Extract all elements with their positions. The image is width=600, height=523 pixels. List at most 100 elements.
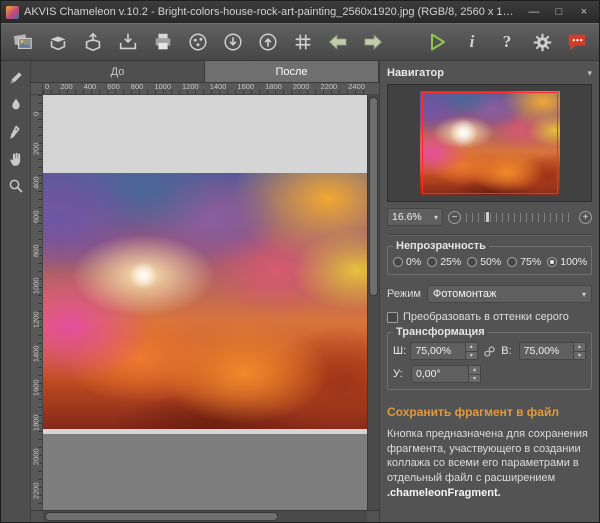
play-icon [425, 30, 449, 54]
zoom-controls: 16.6% ▾ − + [387, 207, 592, 227]
save-box-icon [82, 31, 104, 53]
vertical-scroll-thumb[interactable] [369, 97, 378, 296]
load-fragment-button[interactable] [218, 27, 248, 57]
import-button[interactable] [113, 27, 143, 57]
zoom-dropdown[interactable]: 16.6% ▾ [387, 208, 443, 226]
forward-arrow-icon [361, 31, 385, 53]
circle-up-arrow-icon [257, 31, 279, 53]
opacity-options: 0% 25% 50% 75% 100% [393, 256, 586, 268]
navigator-preview-area [387, 84, 592, 202]
photos-stack-icon [11, 31, 35, 53]
info-button[interactable]: i [457, 27, 487, 57]
settings-button[interactable] [527, 27, 557, 57]
zoom-tool-button[interactable] [4, 174, 28, 198]
maximize-button[interactable]: □ [549, 4, 569, 20]
navigator-title: Навигатор [387, 67, 444, 79]
feedback-button[interactable] [562, 27, 592, 57]
spin-up-icon[interactable]: ▴ [469, 366, 480, 375]
tab-after[interactable]: После [205, 61, 379, 82]
radio-label: 0% [406, 256, 421, 268]
opacity-option-0[interactable]: 0% [393, 256, 421, 268]
grid-icon [292, 31, 314, 53]
radio-icon [507, 257, 517, 267]
transformation-label: Трансформация [393, 326, 488, 338]
width-spinner[interactable]: 75,00% ▴▾ [410, 342, 477, 360]
zoom-out-button[interactable]: − [448, 211, 461, 224]
spin-down-icon[interactable]: ▾ [469, 375, 480, 383]
radio-icon [427, 257, 437, 267]
help-button[interactable]: ? [492, 27, 522, 57]
close-button[interactable]: × [574, 4, 594, 20]
share-button[interactable] [183, 27, 213, 57]
angle-row: У: 0,00° ▴▾ [393, 365, 586, 383]
save-fragment-button[interactable] [253, 27, 283, 57]
spin-down-icon[interactable]: ▾ [574, 352, 585, 360]
printer-icon [152, 31, 174, 53]
zoom-slider[interactable] [466, 211, 574, 223]
drop-tool-button[interactable] [4, 93, 28, 117]
undo-button[interactable] [323, 27, 353, 57]
canvas-column: До После 0200400600800100012001400160018… [31, 61, 379, 522]
horizontal-scrollbar-row [31, 510, 379, 522]
minimize-button[interactable]: — [524, 4, 544, 20]
import-tray-icon [117, 31, 139, 53]
grayscale-row[interactable]: Преобразовать в оттенки серого [387, 311, 592, 323]
grid-button[interactable] [288, 27, 318, 57]
angle-label: У: [393, 368, 407, 380]
navigator-header[interactable]: Навигатор ▾ [387, 65, 592, 81]
title-bar: AKVIS Chameleon v.10.2 - Bright-colors-h… [1, 1, 599, 23]
chain-link-icon [483, 345, 496, 358]
spin-up-icon[interactable]: ▴ [574, 343, 585, 352]
zoom-in-button[interactable]: + [579, 211, 592, 224]
opacity-option-100[interactable]: 100% [547, 256, 587, 268]
print-button[interactable] [148, 27, 178, 57]
transformation-rows: Ш: 75,00% ▴▾ В: 75,00% ▴▾ [393, 342, 586, 383]
radio-label: 50% [480, 256, 501, 268]
radio-icon [467, 257, 477, 267]
height-label: В: [501, 345, 514, 357]
hand-tool-button[interactable] [4, 147, 28, 171]
window-title: AKVIS Chameleon v.10.2 - Bright-colors-h… [24, 6, 519, 18]
zoom-slider-handle[interactable] [485, 211, 490, 223]
hint-text-highlight: .chameleonFragment. [387, 487, 501, 499]
ruler-corner [31, 83, 43, 95]
vertical-scrollbar[interactable] [367, 95, 379, 510]
zoom-value: 16.6% [392, 211, 422, 223]
tab-before[interactable]: До [31, 61, 205, 82]
pen-tool-button[interactable] [4, 120, 28, 144]
angle-spinner[interactable]: 0,00° ▴▾ [411, 365, 481, 383]
radio-label: 75% [520, 256, 541, 268]
mode-dropdown[interactable]: Фотомонтаж ▾ [427, 285, 592, 303]
ruler-row: 0200400600800100012001400160018002000220… [31, 83, 379, 95]
navigator-view-frame[interactable] [422, 92, 558, 194]
scroll-corner-left [31, 511, 43, 522]
run-button[interactable] [422, 27, 452, 57]
height-spinner[interactable]: 75,00% ▴▾ [519, 342, 586, 360]
navigator-collapse-icon[interactable]: ▾ [587, 68, 592, 79]
image-viewport[interactable] [43, 95, 367, 510]
height-value: 75,00% [520, 343, 573, 359]
horizontal-scroll-thumb[interactable] [45, 512, 278, 521]
save-button[interactable] [78, 27, 108, 57]
result-image[interactable] [43, 173, 367, 429]
grayscale-checkbox[interactable] [387, 312, 398, 323]
width-value: 75,00% [411, 343, 464, 359]
spin-up-icon[interactable]: ▴ [466, 343, 477, 352]
navigator-thumbnail[interactable] [420, 91, 560, 195]
angle-spin-buttons[interactable]: ▴▾ [468, 366, 480, 382]
width-spin-buttons[interactable]: ▴▾ [465, 343, 477, 359]
spin-down-icon[interactable]: ▾ [466, 352, 477, 360]
horizontal-scrollbar[interactable] [43, 511, 367, 522]
opacity-option-25[interactable]: 25% [427, 256, 461, 268]
opacity-option-50[interactable]: 50% [467, 256, 501, 268]
scroll-corner-right [367, 511, 379, 522]
link-proportions-button[interactable] [482, 345, 497, 358]
brush-tool-button[interactable] [4, 66, 28, 90]
opacity-option-75[interactable]: 75% [507, 256, 541, 268]
height-spin-buttons[interactable]: ▴▾ [573, 343, 585, 359]
radio-label: 25% [440, 256, 461, 268]
open-button[interactable] [43, 27, 73, 57]
redo-button[interactable] [358, 27, 388, 57]
hint-title: Сохранить фрагмент в файл [387, 405, 592, 419]
share-circle-icon [187, 31, 209, 53]
